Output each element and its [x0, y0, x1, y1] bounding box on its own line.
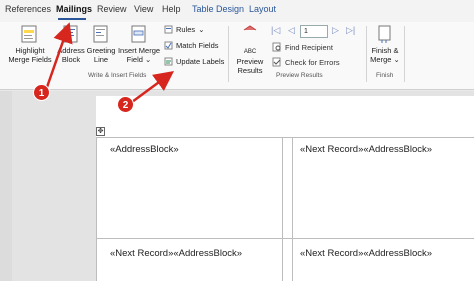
annotation-badge-2: 2	[117, 96, 134, 113]
annotation-arrows	[44, 22, 175, 104]
annotation-badge-1: 1	[33, 84, 50, 101]
arrow-to-mailings-tab	[44, 22, 73, 91]
arrow-to-update-labels	[131, 71, 175, 104]
